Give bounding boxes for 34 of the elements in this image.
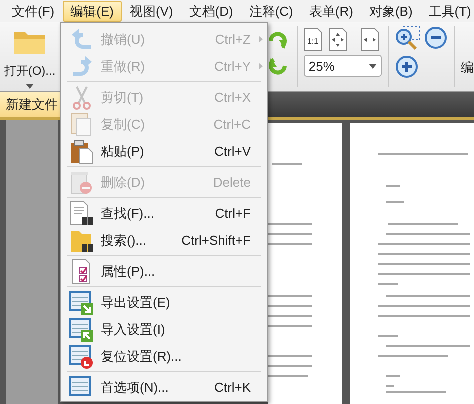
menu-bar-item[interactable]: 注释(C) [241,1,302,22]
menu-bar-item[interactable]: 文档(D) [181,1,242,22]
table-export-icon [69,290,95,316]
document-binoculars-icon [69,200,95,226]
menu-bar-item[interactable]: 编辑(E) [62,1,122,22]
menu-item[interactable]: 首选项(N)... Ctrl+K [61,374,267,401]
menu-bar-item[interactable]: 表单(R) [301,1,362,22]
open-button[interactable]: 打开(O)... [0,22,60,91]
menu-item[interactable]: 导入设置(I) [61,316,267,343]
menu-item[interactable]: 导出设置(E) [61,289,267,316]
fit-width-icon[interactable] [360,28,380,52]
menu-item[interactable]: 查找(F)... Ctrl+F [61,200,267,227]
zoom-out-icon[interactable] [424,26,448,50]
submenu-arrow-icon [259,62,263,70]
caret-icon [368,64,377,69]
menu-bar-item[interactable]: 视图(V) [122,1,182,22]
table-reset-icon [69,344,95,370]
trash-can-icon [69,170,95,196]
submenu-arrow-icon [259,36,263,43]
toolbar-label[interactable]: 编 [460,58,474,91]
menu-bar-item[interactable]: 对象(B) [361,1,421,22]
menu-item[interactable]: 复位设置(R)... [61,343,267,370]
menu-bar-item[interactable]: 文件(F) [4,1,63,22]
zoom-dropdown[interactable]: 25% [304,55,382,78]
caret-icon [26,84,34,89]
menu-bar-item[interactable]: 工具(T) [420,1,474,22]
table-import-icon [69,316,95,342]
fit-page-icon[interactable] [329,28,348,52]
menu-item[interactable]: 搜索()... Ctrl+Shift+F [61,227,267,254]
actual-size-icon[interactable]: 1:1 [304,28,323,52]
zoom-magnifier-icon[interactable] [394,26,421,52]
menu-item[interactable]: 粘贴(P) Ctrl+V [61,138,267,165]
menu-item[interactable]: 属性(P)... [61,258,267,285]
zoom-in-icon[interactable] [394,55,419,80]
